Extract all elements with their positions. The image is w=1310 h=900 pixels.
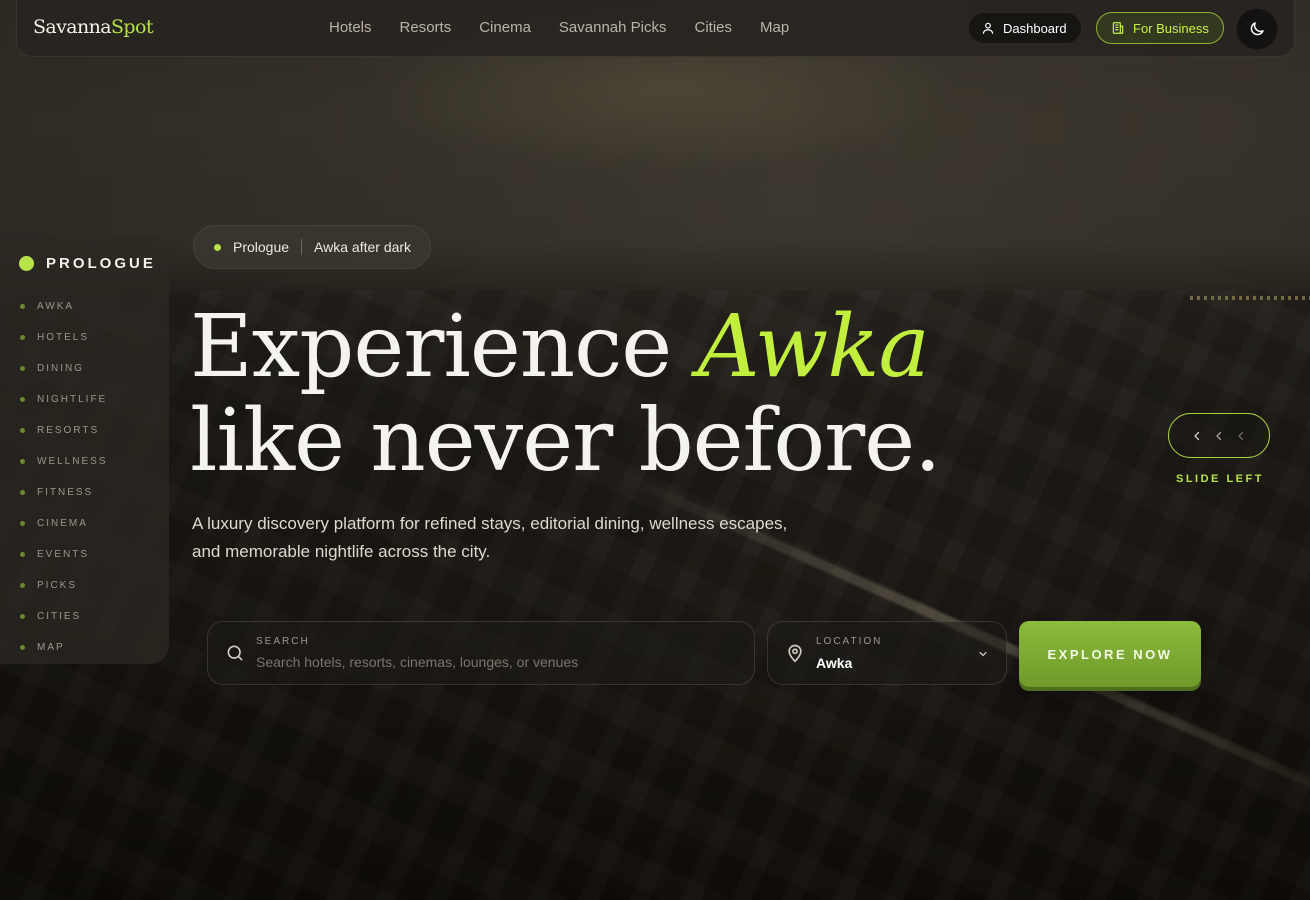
user-icon <box>982 22 994 34</box>
rail-item-label: CITIES <box>37 611 82 622</box>
nav-link-map[interactable]: Map <box>760 19 789 36</box>
rail-item-picks[interactable]: PICKS <box>20 570 107 601</box>
bullet-icon <box>20 428 25 433</box>
chevron-down-icon <box>979 651 987 657</box>
rail-item-label: DINING <box>37 363 84 374</box>
theme-toggle-button[interactable] <box>1236 8 1278 50</box>
explore-now-button[interactable]: EXPLORE NOW <box>1019 621 1201 687</box>
rail-item-map[interactable]: MAP <box>20 632 107 663</box>
chapter-chip: Prologue Awka after dark <box>193 225 432 269</box>
hero-description: A luxury discovery platform for refined … <box>192 514 788 561</box>
location-select[interactable]: LOCATION Awka <box>767 621 1007 685</box>
for-business-label: For Business <box>1133 20 1209 36</box>
rail-item-hotels[interactable]: HOTELS <box>20 322 107 353</box>
rail-heading-label: PROLOGUE <box>46 255 156 272</box>
map-pin-icon <box>788 644 802 663</box>
dashboard-label: Dashboard <box>1003 20 1067 36</box>
bullet-icon <box>20 552 25 557</box>
location-label: LOCATION <box>816 636 883 647</box>
chip-divider <box>301 239 303 255</box>
slide-left-label: SLIDE LEFT <box>1176 473 1264 485</box>
rail-item-cinema[interactable]: CINEMA <box>20 508 107 539</box>
nav-link-cities[interactable]: Cities <box>694 19 732 36</box>
top-navbar: SavannaSpot Hotels Resorts Cinema Savann… <box>16 0 1295 57</box>
rail-item-awka[interactable]: AWKA <box>20 291 107 322</box>
bullet-icon <box>20 583 25 588</box>
rail-item-label: WELLNESS <box>37 456 108 467</box>
chapter-rail: PROLOGUE AWKA HOTELS DINING NIGHTLIFE RE… <box>0 234 169 664</box>
search-icon <box>227 645 243 661</box>
search-field[interactable]: SEARCH <box>207 621 755 685</box>
nav-link-savannah-picks[interactable]: Savannah Picks <box>559 19 667 36</box>
bullet-icon <box>20 397 25 402</box>
moon-icon <box>1250 22 1264 36</box>
chevron-left-icon <box>1238 431 1244 440</box>
rail-item-label: CINEMA <box>37 518 88 529</box>
slide-left-control[interactable] <box>1168 413 1270 458</box>
live-dot-icon <box>214 243 221 251</box>
search-input[interactable] <box>256 654 736 670</box>
rail-item-label: FITNESS <box>37 487 94 498</box>
rail-item-label: EVENTS <box>37 549 90 560</box>
rail-list: AWKA HOTELS DINING NIGHTLIFE RESORTS WEL… <box>20 291 107 663</box>
rail-item-wellness[interactable]: WELLNESS <box>20 446 107 477</box>
rail-item-nightlife[interactable]: NIGHTLIFE <box>20 384 107 415</box>
for-business-button[interactable]: For Business <box>1096 12 1224 44</box>
bullet-icon <box>20 490 25 495</box>
chevron-left-icon <box>1194 431 1200 440</box>
rail-item-label: NIGHTLIFE <box>37 394 108 405</box>
bullet-icon <box>20 335 25 340</box>
chip-secondary: Awka after dark <box>314 239 412 255</box>
brand-logo[interactable]: SavannaSpot <box>33 16 153 38</box>
active-dot-icon <box>19 256 34 271</box>
hero-headline: Experience Awka like never before. <box>190 297 941 491</box>
location-value: Awka <box>816 655 853 671</box>
bullet-icon <box>20 645 25 650</box>
building-icon <box>1112 22 1124 34</box>
rail-item-label: PICKS <box>37 580 78 591</box>
search-label: SEARCH <box>256 636 310 647</box>
rail-item-label: MAP <box>37 642 65 653</box>
bullet-icon <box>20 459 25 464</box>
chip-primary: Prologue <box>233 239 290 255</box>
nav-link-resorts[interactable]: Resorts <box>400 19 452 36</box>
nav-link-hotels[interactable]: Hotels <box>329 19 372 36</box>
bullet-icon <box>20 614 25 619</box>
dashboard-button[interactable]: Dashboard <box>968 12 1082 44</box>
bullet-icon <box>20 521 25 526</box>
rail-item-events[interactable]: EVENTS <box>20 539 107 570</box>
nav-link-cinema[interactable]: Cinema <box>479 19 531 36</box>
headline-part-a: Experience <box>190 297 698 397</box>
rail-item-fitness[interactable]: FITNESS <box>20 477 107 508</box>
brand-name-accent: Spot <box>111 16 153 38</box>
rail-item-cities[interactable]: CITIES <box>20 601 107 632</box>
rail-heading[interactable]: PROLOGUE <box>19 255 156 272</box>
rail-item-label: HOTELS <box>37 332 90 343</box>
rail-item-label: RESORTS <box>37 425 100 436</box>
brand-name: Savanna <box>33 16 112 38</box>
headline-accent: Awka <box>697 297 930 397</box>
bullet-icon <box>20 304 25 309</box>
rail-item-dining[interactable]: DINING <box>20 353 107 384</box>
rail-item-label: AWKA <box>37 301 75 312</box>
bullet-icon <box>20 366 25 371</box>
main-nav: Hotels Resorts Cinema Savannah Picks Cit… <box>329 19 789 36</box>
chevron-left-icon <box>1216 431 1222 440</box>
rail-item-resorts[interactable]: RESORTS <box>20 415 107 446</box>
headline-part-b: like never before. <box>190 391 941 491</box>
